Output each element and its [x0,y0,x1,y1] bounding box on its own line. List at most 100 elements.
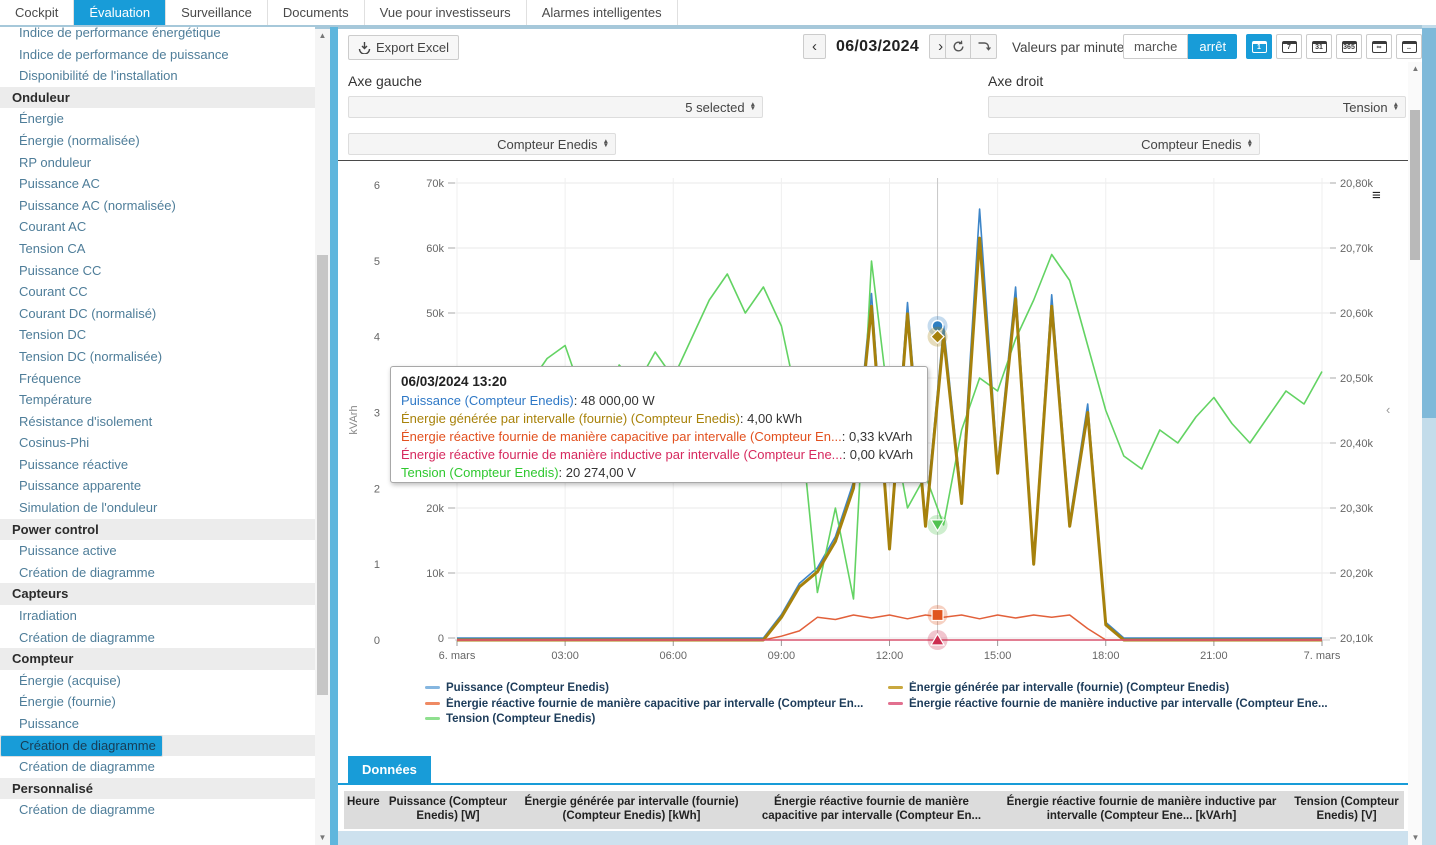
sidebar-item[interactable]: Énergie (acquise) [0,670,315,692]
sidebar-scrollbar[interactable]: ▲ ▼ [315,29,330,845]
main-panel: Export Excel ‹ 06/03/2024 › Valeurs par … [338,29,1408,845]
tab-donnees[interactable]: Données [348,756,431,783]
sidebar-item[interactable]: Énergie (normalisée) [0,130,315,152]
chart-legend-col1: Puissance (Compteur Enedis)Énergie réact… [425,681,895,728]
table-column-header[interactable]: Tension (Compteur Enedis) [V] [1289,791,1404,829]
sidebar-item[interactable]: Indice de performance de puissance [0,44,315,66]
sidebar-item[interactable]: Puissance [0,713,315,735]
sidebar-item[interactable]: Fréquence [0,368,315,390]
sidebar-item[interactable]: Puissance réactive [0,454,315,476]
date-label[interactable]: 06/03/2024 [826,38,929,56]
sidebar-list: Indice de performance énergétiqueIndice … [0,27,315,821]
scroll-up-icon[interactable]: ▲ [1408,62,1423,76]
table-column-header[interactable]: Énergie réactive fournie de manière capa… [749,791,994,829]
sidebar-item[interactable]: Création de diagramme [0,735,163,757]
table-column-header[interactable]: Puissance (Compteur Enedis) [W] [382,791,514,829]
sidebar-section-header: Personnalisé [0,778,315,800]
sidebar-item[interactable]: Irradiation [0,605,315,627]
tooltip-title: 06/03/2024 13:20 [401,374,917,389]
scroll-up-icon[interactable]: ▲ [315,29,330,43]
right-axis-series-value: Tension [1343,100,1388,115]
sidebar-scroll-thumb[interactable] [317,255,328,695]
tooltip-row: Tension (Compteur Enedis): 20 274,00 V [401,464,917,482]
table-column-header[interactable]: Heure [344,791,382,829]
legend-item[interactable]: Énergie réactive fournie de manière indu… [888,697,1358,713]
minute-values-label: Valeurs par minute [1012,40,1124,55]
sidebar-item[interactable]: Création de diagramme [0,756,315,778]
tab-vue-pour-investisseurs[interactable]: Vue pour investisseurs [365,0,527,25]
tab--valuation[interactable]: Évaluation [74,0,166,25]
sidebar-item[interactable]: Tension CA [0,238,315,260]
legend-item[interactable]: Énergie réactive fournie de manière capa… [425,697,895,713]
left-axis-label: Axe gauche [348,73,422,89]
sidebar-item[interactable]: Résistance d'isolement [0,411,315,433]
export-excel-label: Export Excel [376,40,449,55]
minute-values-toggle: marche arrêt [1123,34,1237,59]
legend-item[interactable]: Énergie générée par intervalle (fournie)… [888,681,1358,697]
sidebar-item[interactable]: Énergie (fournie) [0,691,315,713]
sidebar-item[interactable]: Puissance apparente [0,475,315,497]
right-axis-device-select[interactable]: Compteur Enedis ▲▼ [988,133,1260,155]
left-axis-device-value: Compteur Enedis [497,137,597,152]
table-column-header[interactable]: Énergie générée par intervalle (fournie)… [514,791,749,829]
right-axis-series-select[interactable]: Tension ▲▼ [988,96,1406,118]
tab-surveillance[interactable]: Surveillance [166,0,268,25]
export-excel-button[interactable]: Export Excel [348,35,459,60]
calendar-icon: 1 [1252,41,1267,53]
main-scroll-thumb[interactable] [1410,110,1420,260]
left-axis-device-select[interactable]: Compteur Enedis ▲▼ [348,133,616,155]
tab-documents[interactable]: Documents [268,0,365,25]
sidebar-item[interactable]: Puissance active [0,540,315,562]
sidebar-item[interactable]: Courant AC [0,216,315,238]
sidebar-item[interactable]: Tension DC [0,324,315,346]
left-axis-series-select[interactable]: 5 selected ▲▼ [348,96,763,118]
sidebar-item[interactable]: Cosinus-Phi [0,432,315,454]
range-day-button[interactable]: 1 [1246,34,1272,59]
sidebar-item[interactable]: Simulation de l'onduleur [0,497,315,519]
sidebar-item[interactable]: Puissance AC [0,173,315,195]
sidebar-section-header: Capteurs [0,583,315,605]
sidebar-item[interactable]: Courant DC (normalisé) [0,303,315,325]
select-arrows-icon: ▲▼ [603,140,609,149]
page-scroll-thumb[interactable] [1422,28,1436,418]
scroll-down-icon[interactable]: ▼ [315,831,330,845]
minute-on-button[interactable]: marche [1123,34,1188,59]
sidebar-item[interactable]: Indice de performance énergétique [0,27,315,44]
calendar-icon: 365 [1342,41,1357,53]
sidebar-item[interactable]: Disponibilité de l'installation [0,65,315,87]
legend-item[interactable]: Tension (Compteur Enedis) [425,712,895,728]
range-custom-button[interactable]: .. [1396,34,1422,59]
page-scrollbar[interactable] [1422,25,1436,845]
scroll-down-icon[interactable]: ▼ [1408,831,1423,845]
sidebar-item[interactable]: Création de diagramme [0,627,315,649]
range-total-button[interactable]: ∞ [1366,34,1392,59]
sidebar-item[interactable]: Création de diagramme [0,562,315,584]
sidebar-item[interactable]: Tension DC (normalisée) [0,346,315,368]
left-axis-series-value: 5 selected [685,100,744,115]
sidebar-item[interactable]: Puissance AC (normalisée) [0,195,315,217]
main-scrollbar[interactable]: ▲ ▼ [1408,62,1422,845]
range-week-button[interactable]: 7 [1276,34,1302,59]
tab-cockpit[interactable]: Cockpit [0,0,74,25]
minute-off-button[interactable]: arrêt [1188,34,1237,59]
jump-to-latest-button[interactable] [971,34,997,59]
sidebar-item[interactable]: Création de diagramme [0,799,315,821]
sidebar-item[interactable]: Courant CC [0,281,315,303]
sidebar-item[interactable]: Température [0,389,315,411]
axis-collapse-icon[interactable]: ‹ [1386,402,1390,417]
range-year-button[interactable]: 365 [1336,34,1362,59]
tooltip-row: Énergie réactive fournie de manière capa… [401,428,917,446]
refresh-group [945,34,997,59]
sidebar-item[interactable]: Puissance CC [0,260,315,282]
prev-day-button[interactable]: ‹ [803,34,826,59]
range-month-button[interactable]: 31 [1306,34,1332,59]
tab-alarmes-intelligentes[interactable]: Alarmes intelligentes [527,0,678,25]
sidebar: Indice de performance énergétiqueIndice … [0,27,315,845]
legend-item[interactable]: Puissance (Compteur Enedis) [425,681,895,697]
tooltip-row: Énergie générée par intervalle (fournie)… [401,410,917,428]
sidebar-item[interactable]: RP onduleur [0,152,315,174]
table-column-header[interactable]: Énergie réactive fournie de manière indu… [994,791,1289,829]
sidebar-item[interactable]: Énergie [0,108,315,130]
refresh-button[interactable] [945,34,971,59]
chart-menu-icon[interactable]: ≡ [1372,187,1381,204]
